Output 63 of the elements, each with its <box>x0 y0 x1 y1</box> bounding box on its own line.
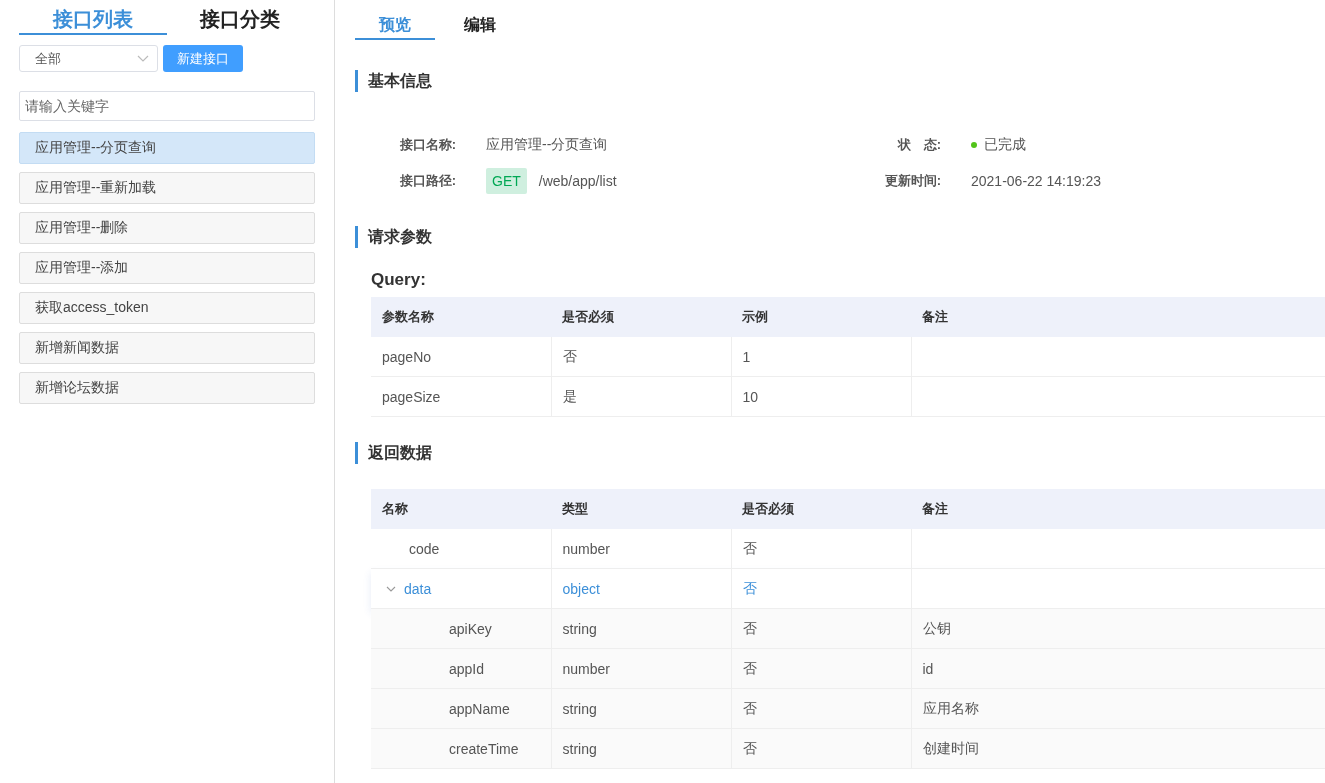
sidebar-tab[interactable]: 接口分类 <box>166 0 314 35</box>
table-cell: string <box>551 688 731 729</box>
table-cell: number <box>551 529 731 569</box>
field-label: 接口路径: <box>398 172 456 190</box>
api-list-item[interactable]: 获取access_token <box>19 292 315 324</box>
table-cell: object <box>551 568 731 609</box>
section-heading: 请求参数 <box>355 226 432 248</box>
field-name: appId <box>449 660 485 677</box>
api-list-item[interactable]: 应用管理--分页查询 <box>19 132 315 164</box>
table-cell: id <box>911 648 1325 689</box>
table-cell: 公钥 <box>911 608 1325 649</box>
api-list-item[interactable]: 新增新闻数据 <box>19 332 315 364</box>
column-header: 是否必须 <box>731 489 911 529</box>
table-cell: 应用名称 <box>911 688 1325 729</box>
table-cell: string <box>551 608 731 649</box>
column-header: 参数名称 <box>371 297 551 337</box>
api-list-item[interactable]: 应用管理--添加 <box>19 252 315 284</box>
table-cell: 否 <box>731 648 911 689</box>
field-name: createTime <box>449 740 519 757</box>
chevron-down-icon <box>137 54 149 63</box>
column-header: 备注 <box>911 297 1325 337</box>
table-cell: number <box>551 648 731 689</box>
category-select[interactable]: 全部 <box>19 45 158 72</box>
status-text: 已完成 <box>984 136 1026 154</box>
table-cell: 否 <box>731 728 911 769</box>
subsection-heading: Query: <box>371 270 427 290</box>
table-cell: 否 <box>731 688 911 729</box>
table-cell: 创建时间 <box>911 728 1325 769</box>
table-cell: pageNo <box>371 337 551 377</box>
status-dot-icon <box>971 142 977 148</box>
section-heading: 返回数据 <box>355 442 432 464</box>
api-list-item[interactable]: 应用管理--重新加载 <box>19 172 315 204</box>
column-header: 类型 <box>551 489 731 529</box>
api-list-item[interactable]: 新增论坛数据 <box>19 372 315 404</box>
field-value: 应用管理--分页查询 <box>486 136 609 154</box>
field-label: 接口名称: <box>398 136 456 154</box>
table-cell: pageSize <box>371 376 551 417</box>
field-value: /web/app/list <box>538 173 617 189</box>
field-name: code <box>409 540 440 557</box>
column-header: 示例 <box>731 297 911 337</box>
column-header: 备注 <box>911 489 1325 529</box>
field-label: 更新时间: <box>883 172 941 190</box>
table-cell: 1 <box>731 337 911 377</box>
field-label: 状 态: <box>896 136 941 154</box>
table-cell: 否 <box>551 337 731 377</box>
field-name: appName <box>449 700 510 717</box>
search-field[interactable]: 请输入关键字 <box>19 91 315 121</box>
table-cell: 否 <box>731 568 911 609</box>
table-cell: 否 <box>731 608 911 649</box>
field-name: data <box>404 580 432 597</box>
field-name: apiKey <box>449 620 492 637</box>
chevron-down-icon[interactable] <box>386 586 396 594</box>
table-cell: string <box>551 728 731 769</box>
table-cell: 是 <box>551 376 731 417</box>
api-list-item[interactable]: 应用管理--删除 <box>19 212 315 244</box>
section-heading: 基本信息 <box>355 70 432 92</box>
column-header: 名称 <box>371 489 551 529</box>
column-header: 是否必须 <box>551 297 731 337</box>
method-tag: GET <box>486 168 527 194</box>
field-value: 2021-06-22 14:19:23 <box>971 173 1102 189</box>
table-cell: 否 <box>731 529 911 569</box>
view-tab[interactable]: 编辑 <box>435 13 525 40</box>
table-cell: 10 <box>731 376 911 417</box>
